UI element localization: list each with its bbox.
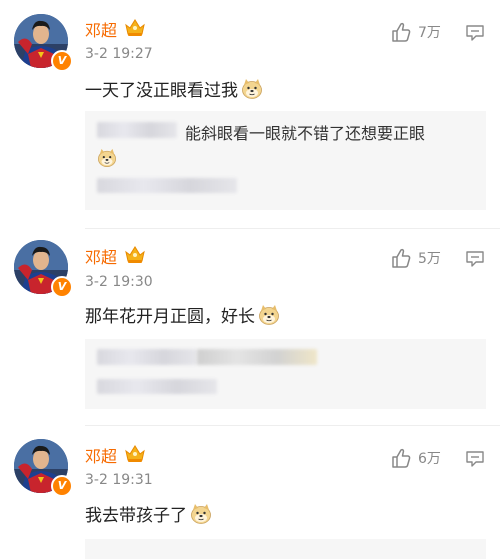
comment-more-icon[interactable] xyxy=(465,24,485,42)
verified-badge-icon: V xyxy=(51,276,73,298)
like-button[interactable]: 6万 xyxy=(390,447,441,469)
doge-emoji-icon xyxy=(258,304,280,326)
reply-text: 能斜眼看一眼就不错了还想要正眼 xyxy=(185,124,426,143)
like-button[interactable]: 5万 xyxy=(390,247,441,269)
username[interactable]: 邓超 xyxy=(85,17,117,41)
comment-item: V 邓超 3-2 19:30 5万 那年花开月正圆，好长 xyxy=(0,228,500,428)
comment-more-icon[interactable] xyxy=(465,450,485,468)
comment-timestamp: 3-2 19:27 xyxy=(85,46,153,62)
thumbs-up-icon xyxy=(390,247,412,269)
thumbs-up-icon xyxy=(390,21,412,43)
reply-preview[interactable]: 能斜眼看一眼就不错了还想要正眼 xyxy=(85,111,486,210)
comment-timestamp: 3-2 19:31 xyxy=(85,472,153,488)
vip-crown-icon xyxy=(124,17,146,37)
comment-item: V 邓超 3-2 19:27 7万 一天了没正眼看过我 能斜眼看一眼就不错了还想… xyxy=(0,0,500,230)
comment-text: 我去带孩子了 xyxy=(85,501,212,526)
doge-emoji-icon xyxy=(97,148,117,168)
username[interactable]: 邓超 xyxy=(85,244,117,268)
like-count: 5万 xyxy=(418,251,441,267)
doge-emoji-icon xyxy=(241,78,263,100)
comment-item: V 邓超 3-2 19:31 6万 我去带孩子了 xyxy=(0,425,500,559)
like-button[interactable]: 7万 xyxy=(390,21,441,43)
redacted-reply-link xyxy=(97,178,237,193)
comment-more-icon[interactable] xyxy=(465,250,485,268)
reply-preview[interactable] xyxy=(85,339,486,409)
comment-text: 那年花开月正圆，好长 xyxy=(85,302,280,327)
doge-emoji-icon xyxy=(190,503,212,525)
vip-crown-icon xyxy=(124,244,146,264)
redacted-username xyxy=(97,122,177,138)
thumbs-up-icon xyxy=(390,447,412,469)
username[interactable]: 邓超 xyxy=(85,443,117,467)
like-count: 7万 xyxy=(418,25,441,41)
like-count: 6万 xyxy=(418,451,441,467)
verified-badge-icon: V xyxy=(51,475,73,497)
comment-text: 一天了没正眼看过我 xyxy=(85,76,263,101)
reply-preview[interactable] xyxy=(85,539,486,559)
verified-badge-icon: V xyxy=(51,50,73,72)
redacted-reply-text xyxy=(197,349,317,365)
redacted-reply-link xyxy=(97,379,217,394)
redacted-username xyxy=(97,349,197,365)
vip-crown-icon xyxy=(124,443,146,463)
comment-timestamp: 3-2 19:30 xyxy=(85,274,153,290)
